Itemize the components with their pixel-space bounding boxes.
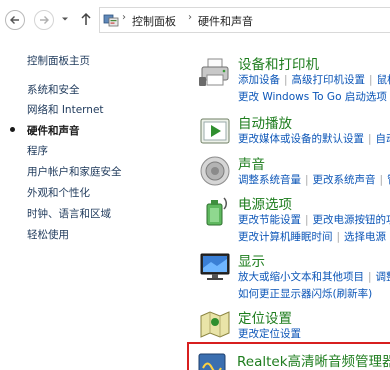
display-links: 放大或缩小文本和其他项目 | 调整屏幕 bbox=[238, 269, 390, 283]
sidebar-item-appearance[interactable]: 外观和个性化 bbox=[27, 185, 90, 200]
autoplay-title[interactable]: 自动播放 bbox=[238, 112, 292, 132]
active-indicator bbox=[10, 127, 15, 132]
link-separator: | bbox=[284, 74, 288, 86]
change-location-settings-link[interactable]: 更改定位设置 bbox=[238, 328, 301, 340]
mouse-link[interactable]: 鼠标 bbox=[377, 74, 390, 86]
breadcrumb-control-panel[interactable]: 控制面板 bbox=[132, 13, 176, 29]
power-options-links-2: 更改计算机睡眠时间 | 选择电源 bbox=[238, 229, 386, 243]
forward-button[interactable] bbox=[34, 10, 54, 30]
link-separator: | bbox=[305, 174, 309, 186]
sidebar-item-user-accounts[interactable]: 用户帐户和家庭安全 bbox=[27, 164, 122, 179]
arrow-right-icon bbox=[40, 16, 49, 24]
sidebar-item-network[interactable]: 网络和 Internet bbox=[27, 102, 104, 117]
printer-icon[interactable] bbox=[198, 56, 232, 90]
fix-flicker-link[interactable]: 如何更正显示器闪烁(刷新率) bbox=[238, 288, 372, 300]
location-settings-title[interactable]: 定位设置 bbox=[238, 307, 292, 327]
realtek-highlight: Realtek高清晰音频管理器 bbox=[187, 342, 390, 370]
autoplay-links: 更改媒体或设备的默认设置 | 自动播放 bbox=[238, 131, 390, 145]
change-sleep-time-link[interactable]: 更改计算机睡眠时间 bbox=[238, 231, 333, 243]
link-separator: | bbox=[305, 214, 309, 226]
change-media-defaults-link[interactable]: 更改媒体或设备的默认设置 bbox=[238, 133, 364, 145]
power-options-links: 更改节能设置 | 更改电源按钮的功能 bbox=[238, 212, 390, 226]
power-options-title[interactable]: 电源选项 bbox=[238, 193, 292, 213]
chevron-down-icon bbox=[62, 17, 68, 21]
breadcrumb-separator[interactable]: › bbox=[122, 12, 126, 23]
sidebar-item-programs[interactable]: 程序 bbox=[27, 143, 48, 158]
link-separator: | bbox=[336, 231, 341, 243]
advanced-printer-setup-link[interactable]: 高级打印机设置 bbox=[292, 74, 366, 86]
location-icon[interactable] bbox=[198, 307, 232, 341]
link-separator: | bbox=[369, 74, 373, 86]
adjust-resolution-link[interactable]: 调整屏幕 bbox=[376, 271, 390, 283]
sidebar-item-home[interactable]: 控制面板主页 bbox=[27, 53, 90, 68]
autoplay-icon[interactable] bbox=[198, 114, 232, 148]
sound-links: 调整系统音量|更改系统声音|管理 bbox=[238, 172, 390, 186]
link-separator: | bbox=[379, 174, 384, 186]
display-title[interactable]: 显示 bbox=[238, 250, 265, 270]
display-icon[interactable] bbox=[198, 250, 232, 284]
sidebar-item-ease-of-access[interactable]: 轻松使用 bbox=[27, 227, 69, 242]
sidebar-item-hardware-sound[interactable]: 硬件和声音 bbox=[27, 123, 80, 138]
realtek-icon[interactable] bbox=[197, 350, 227, 370]
breadcrumb-separator[interactable]: › bbox=[188, 12, 192, 23]
zoom-text-link[interactable]: 放大或缩小文本和其他项目 bbox=[238, 271, 364, 283]
sidebar: 控制面板主页 系统和安全 网络和 Internet 硬件和声音 程序 用户帐户和… bbox=[0, 39, 185, 370]
sound-title[interactable]: 声音 bbox=[238, 153, 265, 173]
devices-printers-links: 添加设备|高级打印机设置|鼠标 bbox=[238, 72, 390, 86]
choose-power-plan-link[interactable]: 选择电源 bbox=[344, 231, 386, 243]
link-separator: | bbox=[368, 271, 372, 283]
display-links-2: 如何更正显示器闪烁(刷新率) bbox=[238, 286, 372, 300]
change-power-button-link[interactable]: 更改电源按钮的功能 bbox=[313, 214, 390, 226]
arrow-left-icon bbox=[10, 16, 19, 24]
navigation-bar: › 控制面板 › 硬件和声音 bbox=[0, 0, 390, 39]
main-content: 设备和打印机 添加设备|高级打印机设置|鼠标 更改 Windows To Go … bbox=[190, 39, 390, 370]
recent-pages-dropdown[interactable] bbox=[60, 14, 70, 24]
link-separator: | bbox=[368, 133, 372, 145]
control-panel-icon bbox=[103, 14, 119, 27]
change-system-sounds-link[interactable]: 更改系统声音 bbox=[313, 174, 376, 186]
location-settings-links: 更改定位设置 bbox=[238, 326, 301, 340]
up-button[interactable] bbox=[80, 11, 92, 27]
breadcrumb-hardware-sound[interactable]: 硬件和声音 bbox=[198, 13, 253, 29]
speaker-icon[interactable] bbox=[198, 154, 232, 188]
devices-printers-title[interactable]: 设备和打印机 bbox=[238, 53, 319, 73]
devices-printers-links-2: 更改 Windows To Go 启动选项 bbox=[238, 89, 387, 103]
autoplay-link[interactable]: 自动播放 bbox=[376, 133, 390, 145]
address-bar[interactable]: › 控制面板 › 硬件和声音 bbox=[99, 7, 390, 33]
windows-to-go-link[interactable]: 更改 Windows To Go 启动选项 bbox=[238, 91, 387, 103]
adjust-volume-link[interactable]: 调整系统音量 bbox=[238, 174, 301, 186]
back-button[interactable] bbox=[5, 10, 25, 30]
realtek-title[interactable]: Realtek高清晰音频管理器 bbox=[237, 350, 390, 370]
arrow-up-icon bbox=[81, 12, 91, 25]
sidebar-item-system-security[interactable]: 系统和安全 bbox=[27, 82, 80, 97]
change-power-saving-link[interactable]: 更改节能设置 bbox=[238, 214, 301, 226]
power-icon[interactable] bbox=[198, 194, 232, 228]
sidebar-item-clock-region[interactable]: 时钟、语言和区域 bbox=[27, 206, 111, 221]
add-device-link[interactable]: 添加设备 bbox=[238, 74, 280, 86]
